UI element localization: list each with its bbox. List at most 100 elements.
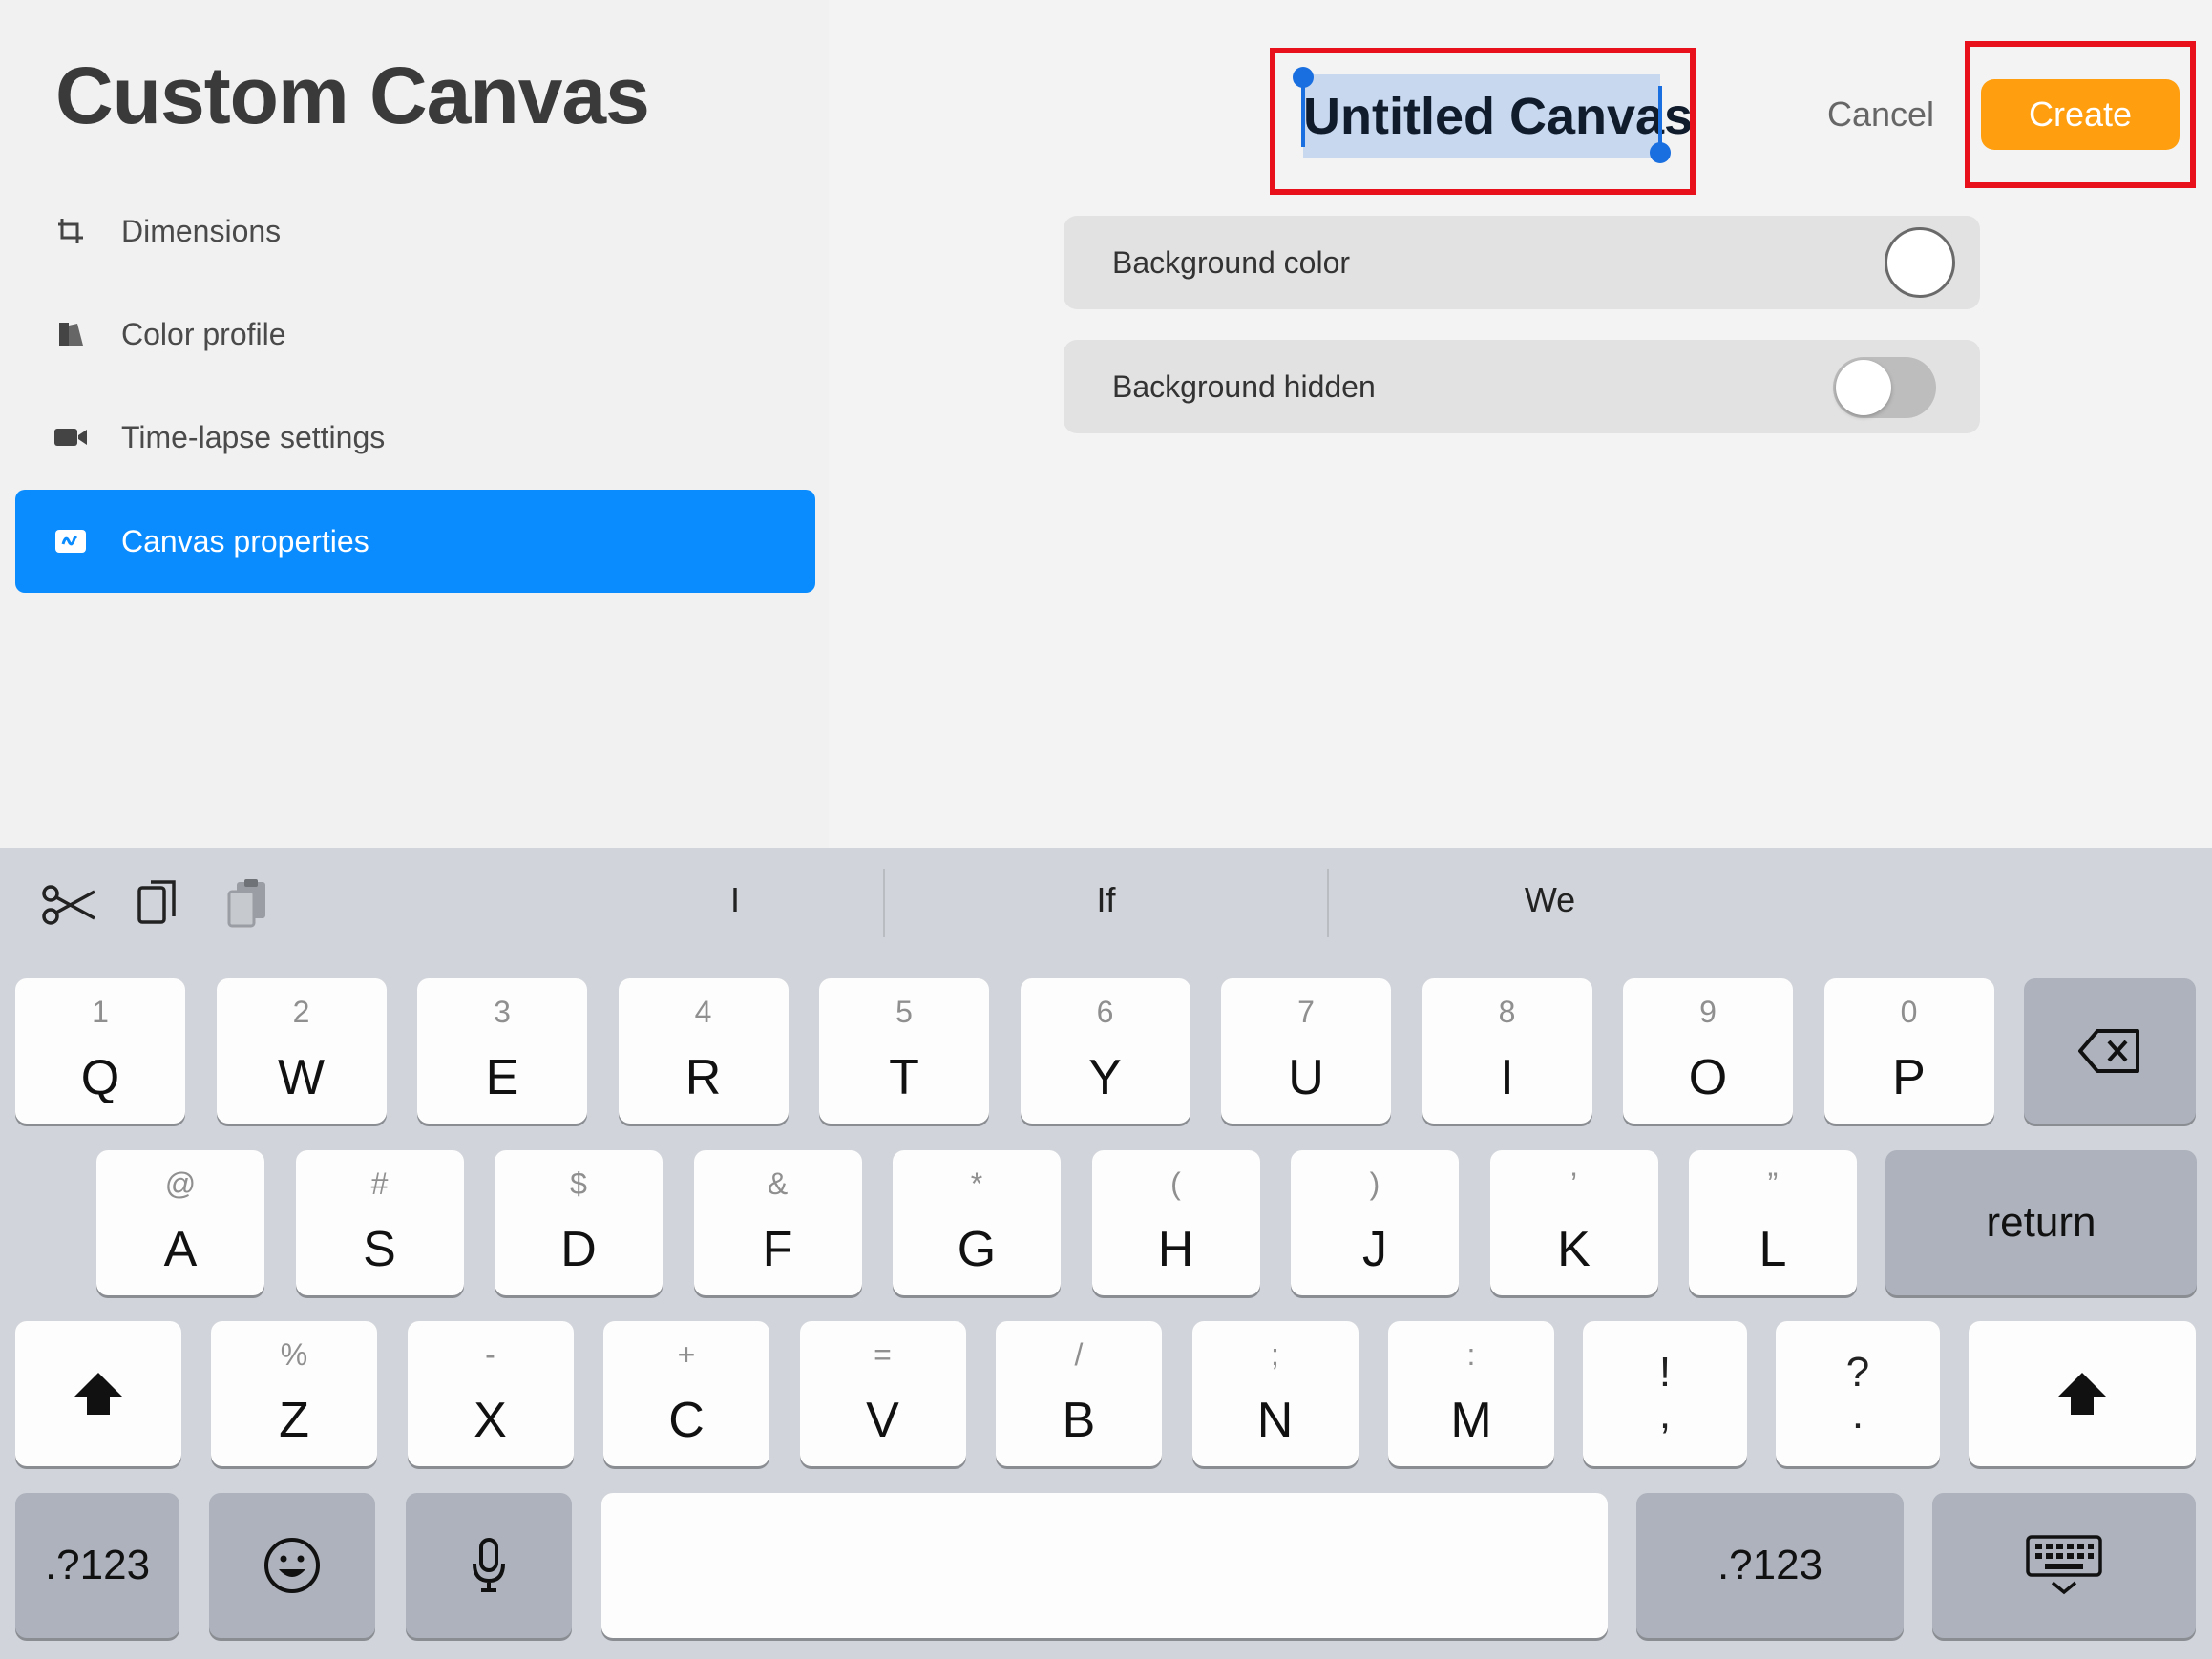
key-alt-char: - [485, 1337, 495, 1372]
key-main-char: A [163, 1222, 198, 1277]
background-color-swatch[interactable] [1885, 227, 1955, 298]
shortcut-suggestion-bar: I If We [0, 848, 2212, 953]
sidebar-item-label: Canvas properties [121, 524, 369, 558]
key-alt-char: 1 [92, 995, 109, 1029]
key-main-char: Q [80, 1050, 120, 1105]
key-alt-char: ; [1271, 1337, 1279, 1372]
key-f[interactable]: & F [693, 1150, 862, 1295]
suggestion-item[interactable]: We [1329, 848, 1771, 953]
key-main-char: X [474, 1393, 507, 1448]
key-y[interactable]: 6Y [1020, 978, 1190, 1124]
key-alt-char: % [280, 1337, 308, 1372]
sidebar-item-label: Dimensions [121, 214, 282, 248]
key-main-char: O [1688, 1050, 1728, 1105]
key-a[interactable]: @ A [96, 1150, 264, 1295]
sidebar-item-time-lapse[interactable]: Time-lapse settings [15, 386, 815, 489]
punctuation-key-exclaim[interactable]: !, [1583, 1321, 1747, 1466]
key-m[interactable]: :M [1388, 1321, 1554, 1466]
background-hidden-label: Background hidden [1112, 369, 1376, 404]
sidebar-item-color-profile[interactable]: Color profile [15, 283, 815, 386]
sidebar-item-dimensions[interactable]: Dimensions [15, 179, 815, 283]
key-d[interactable]: $ D [495, 1150, 663, 1295]
key-h[interactable]: (H [1091, 1150, 1260, 1295]
key-alt-char: 2 [292, 995, 310, 1029]
sidebar: Custom Canvas Dimensions Color profile T… [0, 0, 829, 848]
key-main-char: , [1658, 1391, 1672, 1438]
video-camera-icon [52, 418, 90, 456]
key-j[interactable]: ) J [1291, 1150, 1459, 1295]
key-alt-char: # [370, 1166, 389, 1201]
key-main-char: B [1062, 1393, 1096, 1448]
suggestion-item[interactable]: I [587, 848, 883, 953]
crop-icon [52, 212, 90, 250]
key-k[interactable]: ’ K [1489, 1150, 1658, 1295]
numbers-key-label: .?123 [44, 1542, 151, 1588]
sidebar-item-label: Time-lapse settings [121, 420, 386, 454]
key-main-char: P [1892, 1050, 1926, 1105]
key-alt-char: * [970, 1166, 983, 1201]
shift-key-left[interactable] [15, 1321, 181, 1466]
key-alt-char: 3 [494, 995, 511, 1029]
suggestion-item[interactable]: If [885, 848, 1327, 953]
key-main-char: R [685, 1050, 722, 1105]
dictation-key[interactable] [406, 1493, 572, 1638]
emoji-key[interactable] [209, 1493, 375, 1638]
key-w[interactable]: 2W [216, 978, 387, 1124]
key-i[interactable]: 8I [1422, 978, 1592, 1124]
highlight-box-canvas-name [1270, 48, 1696, 195]
key-c[interactable]: + C [603, 1321, 769, 1466]
shift-arrow-icon [1969, 1321, 2196, 1466]
key-alt-char: ) [1369, 1166, 1380, 1201]
page-title: Custom Canvas [55, 51, 650, 140]
sidebar-item-canvas-properties[interactable]: Canvas properties [15, 490, 815, 593]
shift-arrow-icon [15, 1321, 181, 1466]
key-main-char: I [1500, 1050, 1514, 1105]
key-alt-char: 6 [1096, 995, 1114, 1029]
key-main-char: W [277, 1050, 326, 1105]
dismiss-keyboard-key[interactable] [1932, 1493, 2196, 1638]
key-n[interactable]: ; N [1191, 1321, 1359, 1466]
space-key[interactable] [601, 1493, 1608, 1638]
cut-icon[interactable] [40, 876, 97, 934]
paste-icon[interactable] [220, 876, 277, 934]
cancel-button[interactable]: Cancel [1804, 84, 1957, 145]
copy-icon[interactable] [130, 876, 187, 934]
key-g[interactable]: * G [893, 1150, 1061, 1295]
highlight-box-create [1965, 41, 2196, 188]
key-main-char: M [1450, 1393, 1492, 1448]
key-alt-char: 4 [694, 995, 712, 1029]
background-color-row: Background color [1064, 216, 1980, 309]
key-v[interactable]: = V [799, 1321, 966, 1466]
on-screen-keyboard: I If We return !, ?. .?123 .?123 1 Q 2 W… [0, 848, 2212, 1659]
color-profile-icon [52, 315, 90, 353]
key-main-char: V [866, 1393, 899, 1448]
key-p[interactable]: 0P [1823, 978, 1994, 1124]
key-s[interactable]: # S [295, 1150, 464, 1295]
key-main-char: F [762, 1222, 793, 1277]
key-alt-char: & [767, 1166, 789, 1201]
key-r[interactable]: 4R [618, 978, 789, 1124]
numbers-key-left[interactable]: .?123 [15, 1493, 179, 1638]
key-alt-char: + [677, 1337, 696, 1372]
numbers-key-right[interactable]: .?123 [1636, 1493, 1904, 1638]
delete-key[interactable] [2024, 978, 2196, 1124]
return-key[interactable]: return [1885, 1150, 2197, 1295]
key-z[interactable]: % Z [211, 1321, 377, 1466]
numbers-key-label: .?123 [1717, 1542, 1823, 1588]
key-o[interactable]: 9O [1623, 978, 1793, 1124]
key-e[interactable]: 3E [417, 978, 587, 1124]
punctuation-key-question[interactable]: ?. [1776, 1321, 1940, 1466]
key-l[interactable]: ” L [1689, 1150, 1857, 1295]
key-q[interactable]: 1Q [15, 978, 185, 1124]
key-b[interactable]: / B [996, 1321, 1162, 1466]
microphone-icon [406, 1493, 572, 1638]
key-main-char: J [1362, 1222, 1387, 1277]
key-alt-char: 0 [1900, 995, 1918, 1029]
key-t[interactable]: 5T [819, 978, 989, 1124]
background-hidden-toggle[interactable] [1833, 357, 1936, 418]
key-x[interactable]: -X [407, 1321, 574, 1466]
key-u[interactable]: 7U [1221, 978, 1391, 1124]
key-main-char: T [889, 1050, 919, 1105]
shift-key-right[interactable] [1969, 1321, 2196, 1466]
toggle-knob [1836, 360, 1891, 415]
